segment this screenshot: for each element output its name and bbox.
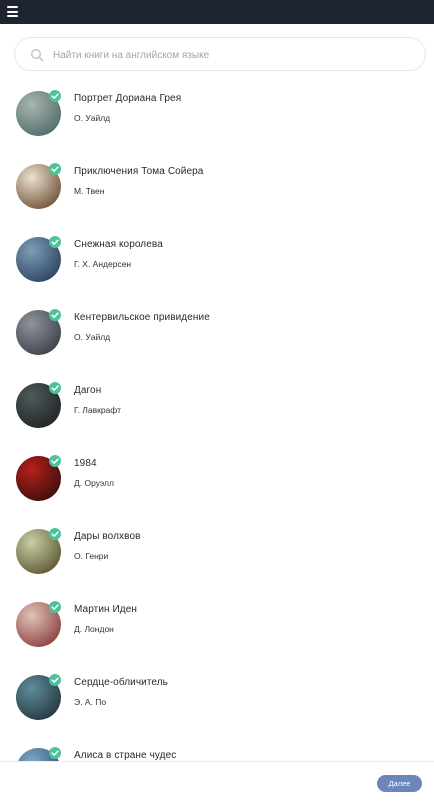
book-author: Д. Лондон bbox=[74, 624, 114, 634]
check-icon bbox=[49, 309, 61, 321]
book-item[interactable]: Снежная королева Г. Х. Андерсен bbox=[0, 230, 434, 290]
check-icon bbox=[49, 163, 61, 175]
book-author: М. Твен bbox=[74, 186, 105, 196]
next-button[interactable]: Далее bbox=[377, 775, 422, 792]
book-item[interactable]: Приключения Тома Сойера М. Твен bbox=[0, 157, 434, 217]
check-icon bbox=[49, 601, 61, 613]
hamburger-menu-icon[interactable] bbox=[7, 6, 18, 17]
book-title: Дагон bbox=[74, 385, 102, 396]
search-icon bbox=[30, 48, 44, 62]
book-author: Э. А. По bbox=[74, 697, 107, 707]
book-item[interactable]: 1984 Д. Оруэлл bbox=[0, 449, 434, 509]
check-icon bbox=[49, 455, 61, 467]
book-title: Алиса в стране чудес bbox=[74, 750, 177, 761]
top-bar bbox=[0, 0, 434, 24]
book-item[interactable]: Сердце-обличитель Э. А. По bbox=[0, 668, 434, 728]
book-item[interactable]: Портрет Дориана Грея О. Уайлд bbox=[0, 84, 434, 144]
book-author: О. Уайлд bbox=[74, 113, 111, 123]
book-title: Приключения Тома Сойера bbox=[74, 166, 204, 177]
book-title: Портрет Дориана Грея bbox=[74, 93, 182, 104]
check-icon bbox=[49, 236, 61, 248]
check-icon bbox=[49, 90, 61, 102]
book-item[interactable]: Дагон Г. Лавкрафт bbox=[0, 376, 434, 436]
book-author: Д. Оруэлл bbox=[74, 478, 114, 488]
book-item[interactable]: Мартин Иден Д. Лондон bbox=[0, 595, 434, 655]
search-bar[interactable] bbox=[14, 37, 426, 71]
book-title: Снежная королева bbox=[74, 239, 163, 250]
book-item[interactable]: Дары волхвов О. Генри bbox=[0, 522, 434, 582]
book-title: Сердце-обличитель bbox=[74, 677, 168, 688]
footer-bar: Далее bbox=[0, 761, 434, 801]
check-icon bbox=[49, 528, 61, 540]
book-title: Мартин Иден bbox=[74, 604, 138, 615]
book-title: Кентервильское привидение bbox=[74, 312, 210, 323]
search-input[interactable] bbox=[51, 39, 415, 71]
book-author: Г. Лавкрафт bbox=[74, 405, 121, 415]
book-item[interactable]: Кентервильское привидение О. Уайлд bbox=[0, 303, 434, 363]
book-title: Дары волхвов bbox=[74, 531, 141, 542]
check-icon bbox=[49, 747, 61, 759]
book-title: 1984 bbox=[74, 458, 97, 469]
book-author: О. Уайлд bbox=[74, 332, 111, 342]
book-author: О. Генри bbox=[74, 551, 109, 561]
book-author: Г. Х. Андерсен bbox=[74, 259, 132, 269]
check-icon bbox=[49, 382, 61, 394]
check-icon bbox=[49, 674, 61, 686]
